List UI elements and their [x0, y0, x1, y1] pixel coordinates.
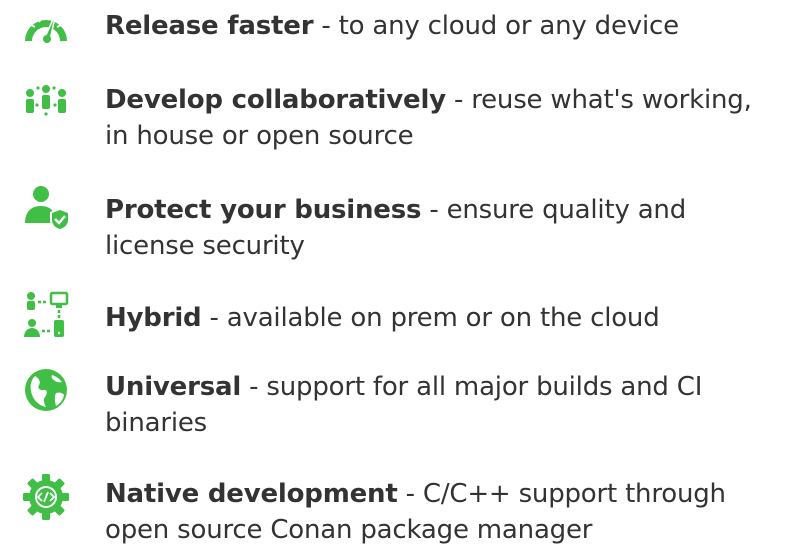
- feature-title: Universal: [105, 372, 242, 402]
- code-gear-icon: [22, 473, 70, 521]
- feature-title: Develop collaboratively: [105, 85, 446, 115]
- feature-description: - available on prem or on the cloud: [201, 303, 660, 333]
- user-shield-icon: [22, 183, 70, 231]
- feature-title: Native development: [105, 479, 398, 509]
- feature-title: Hybrid: [105, 303, 202, 333]
- feature-title: Protect your business: [105, 195, 422, 225]
- speedometer-icon: [22, 3, 70, 51]
- team-collaboration-icon: [22, 80, 70, 128]
- feature-description: - to any cloud or any device: [313, 11, 679, 41]
- hybrid-network-icon: [22, 290, 70, 338]
- globe-icon: [22, 366, 70, 414]
- feature-title: Release faster: [105, 11, 314, 41]
